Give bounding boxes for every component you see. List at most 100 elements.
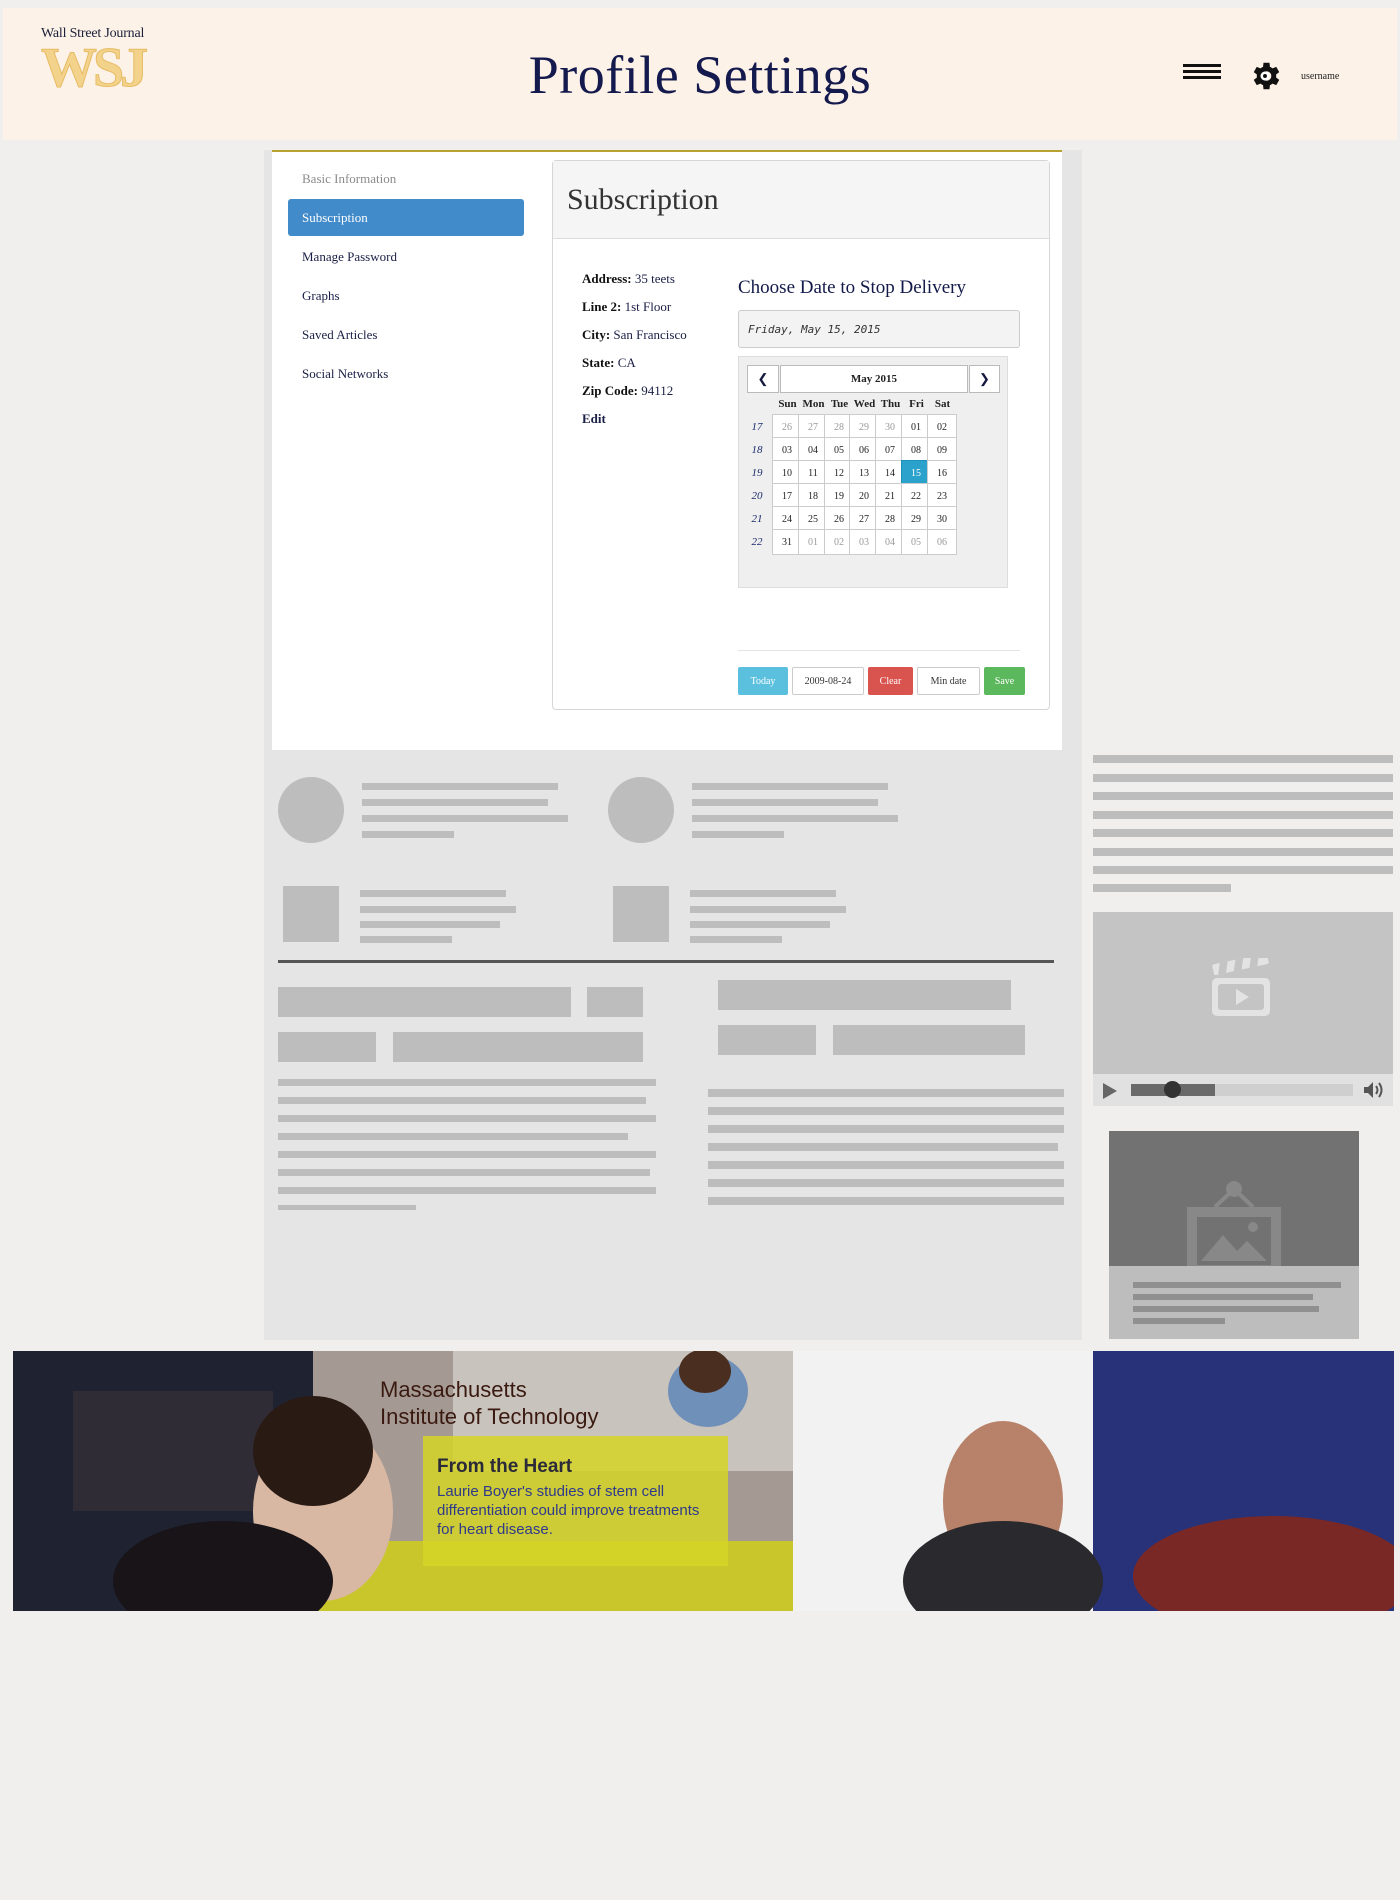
film-clapper-icon bbox=[1212, 958, 1270, 1016]
zip-value: 94112 bbox=[641, 383, 674, 398]
address-value: 35 teets bbox=[634, 271, 675, 286]
text-placeholder bbox=[362, 783, 558, 790]
volume-icon[interactable] bbox=[1363, 1081, 1385, 1099]
edit-address-link[interactable]: Edit bbox=[582, 411, 687, 439]
text-placeholder bbox=[708, 1089, 1064, 1097]
text-placeholder bbox=[1093, 811, 1393, 819]
today-button[interactable]: Today bbox=[738, 667, 788, 695]
heading-placeholder bbox=[393, 1032, 643, 1062]
settings-sidebar: Basic Information Subscription Manage Pa… bbox=[288, 160, 524, 394]
clear-button[interactable]: Clear bbox=[868, 667, 913, 695]
text-placeholder bbox=[278, 1205, 416, 1210]
sidebar-item-saved-articles[interactable]: Saved Articles bbox=[288, 316, 524, 353]
city-line: City: San Francisco bbox=[582, 327, 687, 355]
text-placeholder bbox=[1133, 1294, 1313, 1300]
text-placeholder bbox=[1093, 829, 1393, 837]
sidebar-item-manage-password[interactable]: Manage Password bbox=[288, 238, 524, 275]
image-card-placeholder bbox=[1109, 1131, 1359, 1339]
state-key: State: bbox=[582, 355, 615, 370]
line2-key: Line 2: bbox=[582, 299, 622, 314]
text-placeholder bbox=[1093, 755, 1393, 763]
text-placeholder bbox=[278, 1169, 650, 1176]
date-button[interactable]: 2009-08-24 bbox=[792, 667, 864, 695]
sidebar-item-subscription[interactable]: Subscription bbox=[288, 199, 524, 236]
video-progress-bar[interactable] bbox=[1131, 1081, 1353, 1098]
address-block: Address: 35 teets Line 2: 1st Floor City… bbox=[582, 271, 687, 439]
city-key: City: bbox=[582, 327, 611, 342]
calendar-month-label[interactable]: May 2015 bbox=[780, 365, 968, 393]
play-icon[interactable] bbox=[1103, 1083, 1117, 1099]
divider bbox=[738, 650, 1020, 651]
section-divider bbox=[278, 960, 1054, 963]
main-content: Basic Information Subscription Manage Pa… bbox=[264, 150, 1082, 1340]
calendar-day[interactable]: 06 bbox=[927, 529, 957, 555]
heading-placeholder bbox=[278, 987, 571, 1017]
text-placeholder bbox=[708, 1161, 1064, 1169]
heading-placeholder bbox=[833, 1025, 1025, 1055]
settings-panel: Basic Information Subscription Manage Pa… bbox=[272, 150, 1062, 750]
text-placeholder bbox=[1093, 774, 1393, 782]
text-placeholder bbox=[362, 815, 568, 822]
username-label[interactable]: username bbox=[1301, 71, 1339, 82]
text-placeholder bbox=[1133, 1282, 1341, 1288]
chevron-right-icon[interactable]: ❯ bbox=[969, 365, 1000, 393]
state-value: CA bbox=[617, 355, 636, 370]
text-placeholder bbox=[708, 1143, 1058, 1151]
mit-ad-banner[interactable]: Massachusetts Institute of Technology Fr… bbox=[13, 1351, 1394, 1611]
text-placeholder bbox=[692, 783, 888, 790]
text-placeholder bbox=[690, 906, 846, 913]
menu-icon[interactable] bbox=[1183, 64, 1221, 86]
sidebar-item-basic-information[interactable]: Basic Information bbox=[288, 160, 524, 197]
text-placeholder bbox=[692, 831, 784, 838]
text-placeholder bbox=[1133, 1306, 1319, 1312]
text-placeholder bbox=[692, 799, 878, 806]
address-key: Address: bbox=[582, 271, 632, 286]
video-player[interactable] bbox=[1093, 912, 1393, 1106]
video-controls bbox=[1093, 1074, 1393, 1106]
heading-placeholder bbox=[278, 1032, 376, 1062]
text-placeholder bbox=[362, 799, 548, 806]
sidebar-item-social-networks[interactable]: Social Networks bbox=[288, 355, 524, 392]
calendar-week-number: 22 bbox=[751, 536, 763, 548]
text-placeholder bbox=[278, 1151, 656, 1158]
line2-line: Line 2: 1st Floor bbox=[582, 299, 687, 327]
text-placeholder bbox=[360, 921, 500, 928]
text-placeholder bbox=[708, 1107, 1064, 1115]
text-placeholder bbox=[690, 921, 830, 928]
text-placeholder bbox=[278, 1079, 656, 1086]
banner-title-line1: Massachusetts bbox=[380, 1377, 527, 1402]
thumbnail-placeholder bbox=[283, 886, 339, 942]
text-placeholder bbox=[690, 890, 836, 897]
text-placeholder bbox=[708, 1197, 1064, 1205]
calendar-day-of-week: Sat bbox=[934, 398, 951, 410]
date-picker-calendar: ❮ May 2015 ❯ Sun Mon Tue Wed Thu Fri Sat 17 26 27… bbox=[738, 356, 1008, 588]
avatar-placeholder bbox=[608, 777, 674, 843]
text-placeholder bbox=[708, 1179, 1064, 1187]
calendar-week-number: 17 bbox=[751, 421, 763, 433]
min-date-button[interactable]: Min date bbox=[917, 667, 980, 695]
sidebar-item-graphs[interactable]: Graphs bbox=[288, 277, 524, 314]
picture-icon bbox=[1187, 1181, 1281, 1271]
heading-placeholder bbox=[587, 987, 643, 1017]
calendar-week-number: 21 bbox=[751, 513, 763, 525]
video-playhead[interactable] bbox=[1164, 1081, 1181, 1098]
text-placeholder bbox=[1093, 792, 1393, 800]
save-button[interactable]: Save bbox=[984, 667, 1025, 695]
text-placeholder bbox=[278, 1115, 656, 1122]
gear-icon[interactable] bbox=[1247, 58, 1283, 94]
address-line: Address: 35 teets bbox=[582, 271, 687, 299]
zip-key: Zip Code: bbox=[582, 383, 638, 398]
stop-date-input[interactable] bbox=[738, 310, 1020, 348]
text-placeholder bbox=[360, 936, 452, 943]
banner-institution: Massachusetts Institute of Technology bbox=[380, 1376, 599, 1430]
caption-area bbox=[1109, 1266, 1359, 1339]
banner-caption-box: From the Heart Laurie Boyer's studies of… bbox=[423, 1436, 728, 1566]
subscription-title: Subscription bbox=[553, 161, 1049, 239]
heading-placeholder bbox=[718, 1025, 816, 1055]
chevron-left-icon[interactable]: ❮ bbox=[747, 365, 779, 393]
top-header: Wall Street Journal WSJ Profile Settings… bbox=[3, 8, 1397, 140]
text-placeholder bbox=[1093, 848, 1393, 856]
calendar-week-number: 19 bbox=[751, 467, 763, 479]
text-placeholder bbox=[1133, 1318, 1225, 1324]
text-placeholder bbox=[278, 1187, 656, 1194]
